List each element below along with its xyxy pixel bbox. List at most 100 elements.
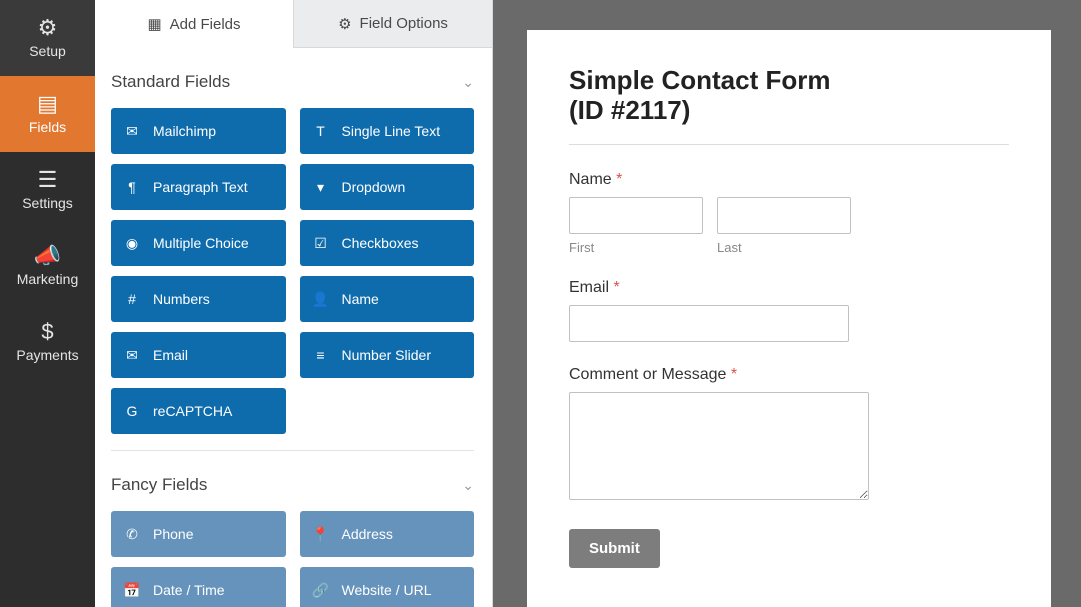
- form-title: Simple Contact Form (ID #2117): [569, 66, 1009, 126]
- hash-icon: #: [123, 291, 141, 307]
- field-grid: ✆ Phone 📍 Address 📅 Date / Time 🔗 Website / URL: [111, 511, 474, 607]
- tab-add-fields[interactable]: ▦ Add Fields: [95, 0, 293, 48]
- last-name-input[interactable]: [717, 197, 851, 234]
- field-button-single-line-text[interactable]: T Single Line Text: [300, 108, 475, 154]
- nav-item-payments[interactable]: $ Payments: [0, 304, 95, 380]
- field-button-number-slider[interactable]: ≡ Number Slider: [300, 332, 475, 378]
- message-field-block: Comment or Message *: [569, 366, 1009, 505]
- preview-stage: Simple Contact Form (ID #2117) Name * Fi…: [493, 0, 1081, 607]
- field-label: Paragraph Text: [153, 179, 248, 195]
- field-button-email[interactable]: ✉Email: [111, 332, 286, 378]
- field-label: Single Line Text: [342, 123, 441, 139]
- message-label: Comment or Message *: [569, 366, 1009, 384]
- required-star: *: [731, 366, 737, 383]
- field-button-name[interactable]: 👤 Name: [300, 276, 475, 322]
- nav-label: Fields: [29, 119, 66, 135]
- field-label: Checkboxes: [342, 235, 419, 251]
- email-field-block: Email *: [569, 279, 1009, 342]
- field-label: Date / Time: [153, 582, 225, 598]
- link-icon: 🔗: [312, 582, 330, 599]
- nav-label: Marketing: [17, 271, 78, 287]
- field-button-paragraph-text[interactable]: ¶ Paragraph Text: [111, 164, 286, 210]
- tab-label: Field Options: [360, 15, 448, 32]
- form-preview-card: Simple Contact Form (ID #2117) Name * Fi…: [527, 30, 1051, 607]
- builder-panel: ▦ Add Fields ⚙Field Options Standard Field…: [95, 0, 493, 607]
- slider-icon: ≡: [312, 347, 330, 363]
- chevron-down-icon: ⌄: [462, 477, 474, 494]
- layout-icon: ▦: [147, 15, 161, 33]
- field-group-standard-fields: Standard Fields ⌄ ✉ Mailchimp T Single Line T…: [95, 48, 490, 451]
- message-textarea[interactable]: [569, 392, 869, 500]
- sliders-icon: ☰: [38, 169, 58, 191]
- field-button-address[interactable]: 📍 Address: [300, 511, 475, 557]
- required-star: *: [616, 171, 622, 188]
- last-sublabel: Last: [717, 240, 851, 255]
- form-title-line1: Simple Contact Form: [569, 65, 830, 95]
- paragraph-icon: ¶: [123, 179, 141, 195]
- group-title: Standard Fields: [111, 72, 230, 92]
- field-label: reCAPTCHA: [153, 403, 232, 419]
- text-icon: T: [312, 123, 330, 139]
- field-label: Address: [342, 526, 393, 542]
- field-button-numbers[interactable]: # Numbers: [111, 276, 286, 322]
- field-button-phone[interactable]: ✆ Phone: [111, 511, 286, 557]
- main-nav: ⚙ Setup ▤ Fields ☰ Settings 📣 Marketing $ Payment…: [0, 0, 95, 607]
- email-input[interactable]: [569, 305, 849, 342]
- envelope-icon: ✉: [123, 123, 141, 140]
- field-group-fancy-fields: Fancy Fields ⌄ ✆ Phone 📍 Address 📅 Date / Time 🔗…: [95, 451, 490, 607]
- field-grid: ✉ Mailchimp T Single Line Text ¶ Paragraph Te…: [111, 108, 474, 434]
- nav-item-marketing[interactable]: 📣 Marketing: [0, 228, 95, 304]
- nav-item-setup[interactable]: ⚙ Setup: [0, 0, 95, 76]
- title-separator: [569, 144, 1009, 145]
- dropdown-icon: ▾: [312, 179, 330, 196]
- panel-body[interactable]: Standard Fields ⌄ ✉ Mailchimp T Single Line T…: [95, 48, 492, 607]
- field-label: Name: [342, 291, 379, 307]
- field-label: Mailchimp: [153, 123, 216, 139]
- user-icon: 👤: [312, 291, 330, 308]
- name-field-block: Name * First Last: [569, 171, 1009, 255]
- dollar-icon: $: [41, 321, 53, 343]
- checkbox-icon: ☑: [312, 235, 330, 252]
- nav-label: Setup: [29, 43, 66, 59]
- chevron-down-icon: ⌄: [462, 74, 474, 91]
- phone-icon: ✆: [123, 526, 141, 543]
- group-header[interactable]: Fancy Fields ⌄: [111, 459, 474, 511]
- calendar-icon: 📅: [123, 582, 141, 599]
- field-button-dropdown[interactable]: ▾ Dropdown: [300, 164, 475, 210]
- submit-button[interactable]: Submit: [569, 529, 660, 568]
- field-button-date-time[interactable]: 📅 Date / Time: [111, 567, 286, 607]
- field-button-mailchimp[interactable]: ✉ Mailchimp: [111, 108, 286, 154]
- field-button-recaptcha[interactable]: GreCAPTCHA: [111, 388, 286, 434]
- field-label: Dropdown: [342, 179, 406, 195]
- first-sublabel: First: [569, 240, 703, 255]
- field-button-checkboxes[interactable]: ☑ Checkboxes: [300, 220, 475, 266]
- first-name-input[interactable]: [569, 197, 703, 234]
- name-label: Name *: [569, 171, 1009, 189]
- field-label: Phone: [153, 526, 193, 542]
- radio-icon: ◉: [123, 235, 141, 252]
- tab-field-options[interactable]: ⚙Field Options: [293, 0, 492, 48]
- field-button-multiple-choice[interactable]: ◉ Multiple Choice: [111, 220, 286, 266]
- gear-icon: ⚙: [38, 17, 58, 39]
- form-title-line2: (ID #2117): [569, 95, 690, 125]
- required-star: *: [613, 279, 619, 296]
- tab-label: Add Fields: [170, 16, 241, 33]
- field-label: Website / URL: [342, 582, 432, 598]
- field-label: Multiple Choice: [153, 235, 249, 251]
- pin-icon: 📍: [312, 526, 330, 543]
- field-button-website-url[interactable]: 🔗 Website / URL: [300, 567, 475, 607]
- nav-label: Payments: [16, 347, 78, 363]
- list-icon: ▤: [37, 93, 58, 115]
- recaptcha-icon: G: [123, 403, 141, 419]
- group-header[interactable]: Standard Fields ⌄: [111, 56, 474, 108]
- bullhorn-icon: 📣: [34, 245, 61, 267]
- panel-tabs: ▦ Add Fields ⚙Field Options: [95, 0, 492, 48]
- field-label: Email: [153, 347, 188, 363]
- field-label: Number Slider: [342, 347, 431, 363]
- group-title: Fancy Fields: [111, 475, 207, 495]
- nav-item-fields[interactable]: ▤ Fields: [0, 76, 95, 152]
- field-label: Numbers: [153, 291, 210, 307]
- nav-item-settings[interactable]: ☰ Settings: [0, 152, 95, 228]
- email-label: Email *: [569, 279, 1009, 297]
- nav-label: Settings: [22, 195, 73, 211]
